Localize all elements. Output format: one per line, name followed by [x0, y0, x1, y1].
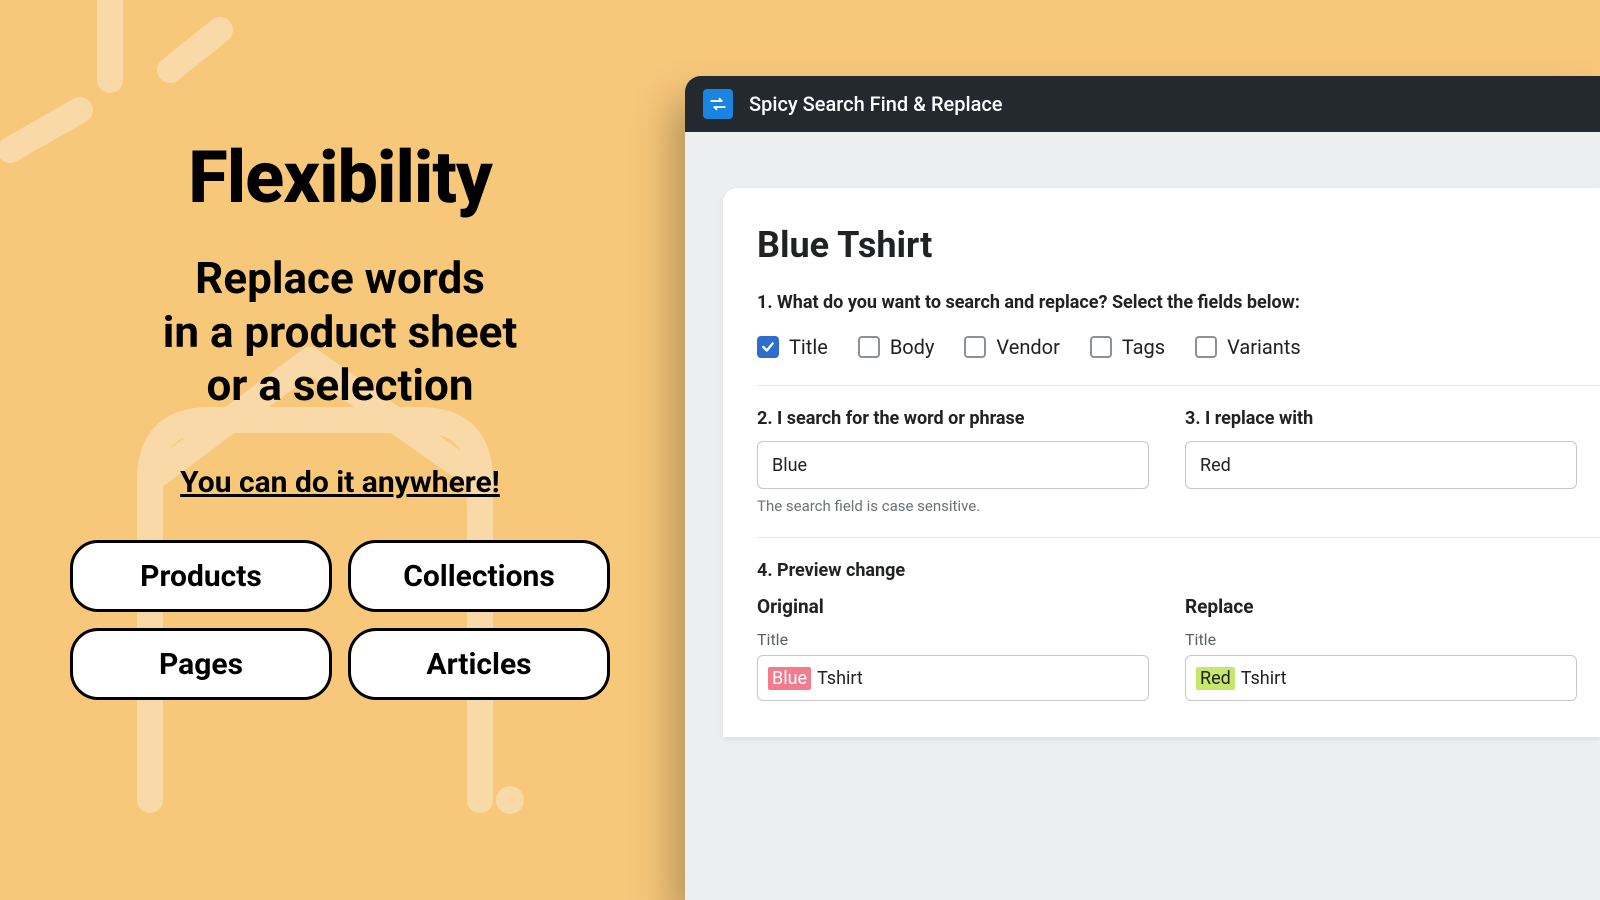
app-window: Spicy Search Find & Replace Blue Tshirt …	[685, 76, 1600, 900]
replace-input[interactable]	[1185, 441, 1577, 489]
checkbox-variants[interactable]: Variants	[1195, 335, 1301, 359]
original-rest: Tshirt	[817, 668, 863, 689]
checkbox-label: Body	[890, 335, 935, 359]
checkbox-icon	[1090, 336, 1112, 358]
subhead-line-3: or a selection	[163, 359, 518, 413]
step-1-label: 1. What do you want to search and replac…	[757, 292, 1600, 313]
preview-replace-head: Replace	[1185, 595, 1577, 618]
search-hint: The search field is case sensitive.	[757, 497, 1149, 515]
marketing-tagline: You can do it anywhere!	[180, 465, 500, 500]
step-4-label: 4. Preview change	[757, 560, 1600, 581]
search-input[interactable]	[757, 441, 1149, 489]
checkbox-label: Tags	[1122, 335, 1165, 359]
card: Blue Tshirt 1. What do you want to searc…	[723, 188, 1600, 737]
checkbox-icon	[1195, 336, 1217, 358]
step-2-label: 2. I search for the word or phrase	[757, 408, 1149, 429]
pill-collections[interactable]: Collections	[348, 540, 610, 612]
replace-highlight: Red	[1196, 667, 1235, 690]
app-title: Spicy Search Find & Replace	[749, 92, 1003, 116]
page-title: Blue Tshirt	[757, 224, 1600, 266]
app-titlebar: Spicy Search Find & Replace	[685, 76, 1600, 132]
preview-field-label: Title	[1185, 630, 1577, 649]
pill-products[interactable]: Products	[70, 540, 332, 612]
checkbox-icon	[858, 336, 880, 358]
checkbox-label: Vendor	[996, 335, 1059, 359]
checkbox-icon	[964, 336, 986, 358]
marketing-subhead: Replace words in a product sheet or a se…	[163, 252, 518, 413]
checkbox-title[interactable]: Title	[757, 335, 828, 359]
checkbox-vendor[interactable]: Vendor	[964, 335, 1059, 359]
checkbox-tags[interactable]: Tags	[1090, 335, 1165, 359]
original-highlight: Blue	[768, 667, 811, 690]
pill-pages[interactable]: Pages	[70, 628, 332, 700]
marketing-headline: Flexibility	[188, 135, 491, 220]
subhead-line-2: in a product sheet	[163, 306, 518, 360]
pill-articles[interactable]: Articles	[348, 628, 610, 700]
checkbox-label: Title	[789, 335, 828, 359]
subhead-line-1: Replace words	[163, 252, 518, 306]
preview-original-box: Blue Tshirt	[757, 655, 1149, 701]
field-checkboxes: Title Body Vendor Tags Variants	[757, 335, 1600, 386]
preview-original-head: Original	[757, 595, 1149, 618]
checkbox-body[interactable]: Body	[858, 335, 935, 359]
preview-field-label: Title	[757, 630, 1149, 649]
preview-replace-box: Red Tshirt	[1185, 655, 1577, 701]
step-3-label: 3. I replace with	[1185, 408, 1577, 429]
checkbox-label: Variants	[1227, 335, 1301, 359]
swap-arrows-icon	[703, 89, 733, 119]
replace-rest: Tshirt	[1241, 668, 1287, 689]
check-icon	[757, 336, 779, 358]
